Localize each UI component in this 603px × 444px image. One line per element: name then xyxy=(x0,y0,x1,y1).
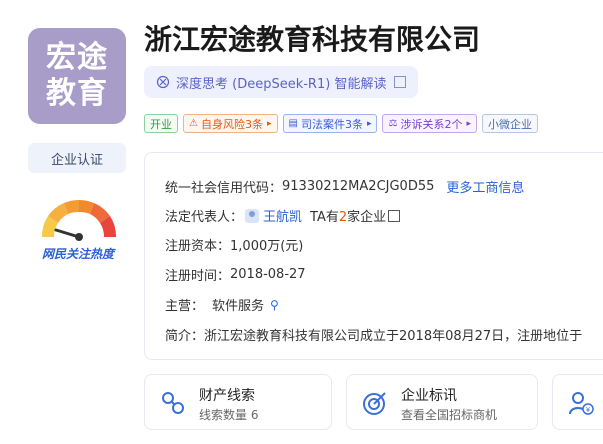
capital-row: 注册资本： 1,000万(元) xyxy=(165,235,303,254)
capital-label: 注册资本： xyxy=(165,239,231,254)
avatar xyxy=(245,208,260,223)
business-label: 主营： xyxy=(165,299,205,314)
date-value: 2018-08-27 xyxy=(230,267,306,282)
tag-judicial-cases[interactable]: ▤ 司法案件3条 ▸ xyxy=(282,114,378,133)
property-clue-subtitle: 线索数量 6 xyxy=(199,408,259,422)
business-row: 主营： 软件服务 ⚲ xyxy=(165,295,279,315)
property-clue-icon xyxy=(162,392,184,414)
legal-rep-name[interactable]: 王航凯 xyxy=(263,206,302,225)
company-info-card: 统一社会信用代码： 91330212MA2CJG0D55 更多工商信息 法定代表… xyxy=(144,152,603,360)
tag-litigation[interactable]: ⚖ 涉诉关系2个 ▸ xyxy=(382,114,477,133)
status-tags: 开业 ⚠ 自身风险3条 ▸ ▤ 司法案件3条 ▸ ⚖ 涉诉关系2个 ▸ 小微企业 xyxy=(144,114,538,133)
tag-litigation-label: 涉诉关系2个 xyxy=(400,117,463,131)
ai-interpret-button[interactable]: 深度思考 (DeepSeek-R1) 智能解读 xyxy=(144,66,419,98)
intro-text: 浙江宏途教育科技有限公司成立于2018年08月27日，注册地位于 xyxy=(204,329,583,344)
tag-judicial-cases-label: 司法案件3条 xyxy=(300,117,363,131)
legal-rep-meta-suffix: 家企业 xyxy=(347,210,387,225)
logo-text-line2: 教育 xyxy=(46,76,108,111)
heat-gauge-icon xyxy=(41,199,117,241)
legal-rep-meta-count: 2 xyxy=(338,210,348,225)
tag-status: 开业 xyxy=(144,114,178,133)
tag-self-risk[interactable]: ⚠ 自身风险3条 ▸ xyxy=(183,114,278,133)
expand-box-icon xyxy=(394,76,407,88)
capital-value: 1,000万(元) xyxy=(230,239,304,254)
property-clue-card[interactable]: 财产线索 线索数量 6 xyxy=(144,374,332,430)
legal-rep-companies[interactable]: TA有2家企业 xyxy=(310,206,386,225)
tag-status-label: 开业 xyxy=(150,117,172,131)
company-name: 浙江宏途教育科技有限公司 xyxy=(144,23,481,56)
legal-rep-label: 法定代表人： xyxy=(165,210,244,225)
enterprise-bid-title: 企业标讯 xyxy=(401,388,457,404)
yuan-person-icon: ¥ xyxy=(569,392,594,415)
gavel-icon: ⚖ xyxy=(388,118,398,129)
company-logo: 宏途 教育 xyxy=(28,28,126,124)
logo-text-line1: 宏途 xyxy=(46,40,108,75)
legal-rep-meta-prefix: TA有 xyxy=(310,210,339,225)
bid-target-icon xyxy=(363,392,386,415)
svg-text:¥: ¥ xyxy=(586,406,591,414)
intro-row: 简介： 浙江宏途教育科技有限公司成立于2018年08月27日，注册地位于 xyxy=(165,325,582,344)
legal-rep-row: 法定代表人： 王航凯 TA有2家企业 xyxy=(165,206,401,225)
enterprise-bid-subtitle: 查看全国招标商机 xyxy=(401,408,498,422)
document-icon: ▤ xyxy=(288,118,298,129)
expand-box-icon xyxy=(388,209,401,222)
credit-code-value: 91330212MA2CJG0D55 xyxy=(282,179,435,194)
ai-interpret-label: 深度思考 (DeepSeek-R1) 智能解读 xyxy=(176,76,387,92)
property-clue-title: 财产线索 xyxy=(199,388,255,404)
intro-label: 简介： xyxy=(165,329,205,344)
more-service-card[interactable]: ¥ xyxy=(552,374,603,430)
chevron-right-icon: ▸ xyxy=(266,118,272,129)
search-icon[interactable]: ⚲ xyxy=(270,298,279,312)
enterprise-bid-card[interactable]: 企业标讯 查看全国招标商机 xyxy=(346,374,538,430)
business-value: 软件服务 xyxy=(212,299,265,314)
chevron-right-icon: ▸ xyxy=(466,118,471,129)
enterprise-cert-button[interactable]: 企业认证 xyxy=(28,143,126,173)
more-info-link[interactable]: 更多工商信息 xyxy=(446,177,524,196)
date-row: 注册时间： 2018-08-27 xyxy=(165,265,306,284)
tag-micro-enterprise: 小微企业 xyxy=(481,114,538,133)
tag-micro-enterprise-label: 小微企业 xyxy=(487,117,532,131)
tag-self-risk-label: 自身风险3条 xyxy=(200,117,263,131)
chevron-right-icon: ▸ xyxy=(366,118,372,129)
ai-spark-icon xyxy=(156,75,170,89)
heat-label: 网民关注热度 xyxy=(41,247,114,261)
date-label: 注册时间： xyxy=(165,269,231,284)
risk-icon: ⚠ xyxy=(189,118,198,129)
credit-code-row: 统一社会信用代码： 91330212MA2CJG0D55 更多工商信息 xyxy=(165,177,524,196)
credit-code-label: 统一社会信用代码： xyxy=(165,181,283,196)
